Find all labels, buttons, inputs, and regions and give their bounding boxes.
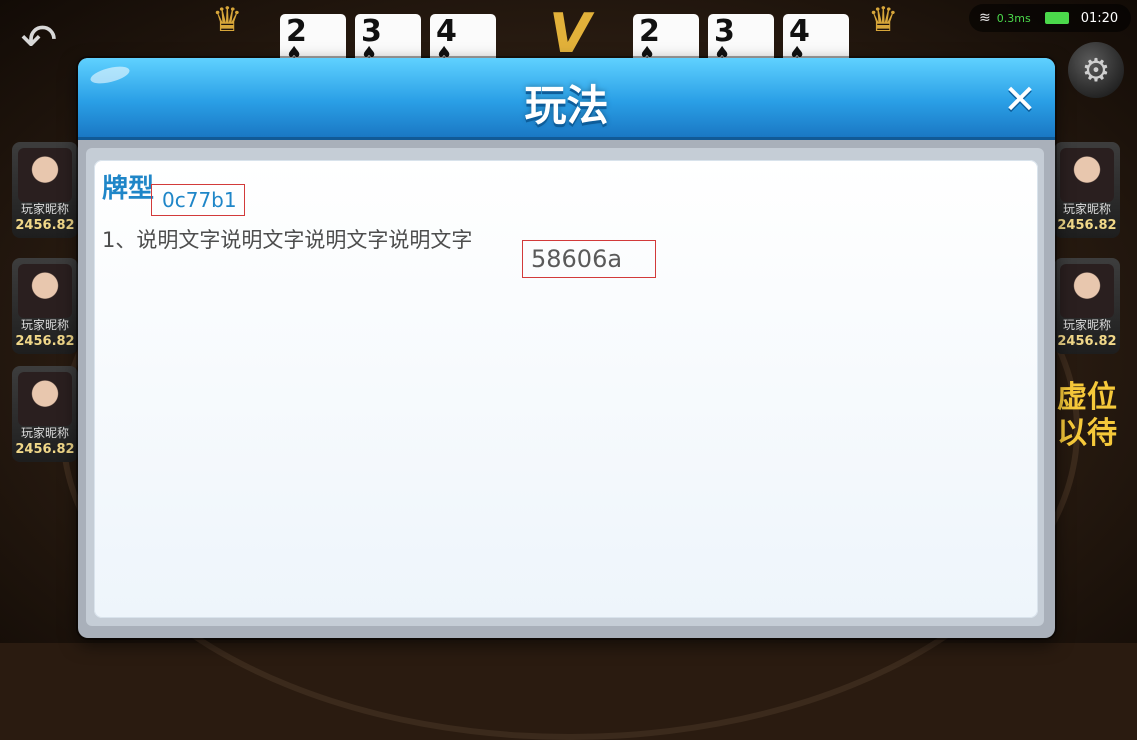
rules-dialog: 玩法 ✕ 牌型 0c77b1 1、说明文字说明文字说明文字说明文字 58606a bbox=[78, 58, 1055, 638]
player-seat[interactable]: 玩家昵称 2456.82 bbox=[12, 258, 78, 354]
avatar bbox=[1060, 264, 1114, 318]
gear-icon[interactable]: ⚙ bbox=[1068, 42, 1124, 98]
avatar bbox=[18, 372, 72, 426]
player-coins: 2456.82 bbox=[1057, 334, 1117, 349]
wifi-icon: ≋ bbox=[979, 10, 991, 26]
dialog-title: 玩法 bbox=[524, 81, 609, 130]
dialog-header: 玩法 ✕ bbox=[78, 58, 1055, 140]
vs-logo: V bbox=[549, 2, 591, 65]
dialog-body: 牌型 0c77b1 1、说明文字说明文字说明文字说明文字 58606a bbox=[86, 148, 1044, 626]
avatar bbox=[18, 148, 72, 202]
rule-line: 1、说明文字说明文字说明文字说明文字 bbox=[102, 228, 473, 252]
battery-icon bbox=[1044, 12, 1069, 24]
rules-content[interactable]: 牌型 0c77b1 1、说明文字说明文字说明文字说明文字 58606a bbox=[94, 160, 1038, 618]
empty-seat-label[interactable]: 虚位以待 bbox=[1052, 380, 1122, 460]
avatar bbox=[18, 264, 72, 318]
player-coins: 2456.82 bbox=[15, 442, 75, 457]
back-arrow-icon[interactable]: ↶ bbox=[12, 14, 66, 68]
player-name: 玩家昵称 bbox=[20, 426, 69, 440]
player-name: 玩家昵称 bbox=[1062, 202, 1111, 216]
player-seat[interactable]: 玩家昵称 2456.82 bbox=[12, 366, 78, 462]
player-coins: 2456.82 bbox=[1057, 218, 1117, 233]
player-coins: 2456.82 bbox=[15, 218, 75, 233]
player-seat[interactable]: 玩家昵称 2456.82 bbox=[12, 142, 78, 238]
player-seat[interactable]: 玩家昵称 2456.82 bbox=[1054, 258, 1120, 354]
close-icon[interactable]: ✕ bbox=[998, 78, 1042, 122]
text-color-tag: 58606a bbox=[522, 240, 656, 278]
player-name: 玩家昵称 bbox=[20, 202, 69, 216]
status-bar: ≋ 0.3ms 01:20 bbox=[969, 4, 1131, 32]
heading-color-tag: 0c77b1 bbox=[151, 184, 245, 216]
avatar bbox=[1060, 148, 1114, 202]
player-seat[interactable]: 玩家昵称 2456.82 bbox=[1054, 142, 1120, 238]
crown-icon: ♛ bbox=[868, 0, 899, 40]
ping-readout: 0.3ms bbox=[996, 11, 1031, 25]
crown-icon: ♛ bbox=[212, 0, 243, 40]
player-name: 玩家昵称 bbox=[20, 318, 69, 332]
player-coins: 2456.82 bbox=[15, 334, 75, 349]
section-heading: 牌型 bbox=[102, 174, 155, 204]
player-name: 玩家昵称 bbox=[1062, 318, 1111, 332]
clock: 01:20 bbox=[1080, 10, 1119, 26]
